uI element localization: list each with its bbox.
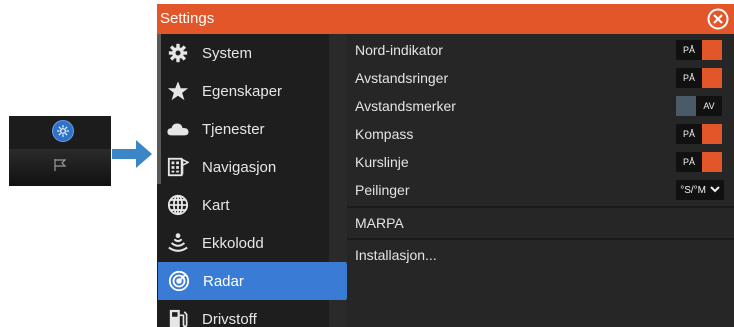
cloud-icon xyxy=(166,117,190,141)
setting-row-peilinger[interactable]: Peilinger °S/°M xyxy=(347,176,734,204)
sidebar-item-label: Egenskaper xyxy=(202,82,283,100)
window-title: Settings xyxy=(160,10,215,27)
gear-icon xyxy=(166,41,190,65)
sidebar-item-label: Ekkolodd xyxy=(202,234,264,252)
setting-label: Avstandsmerker xyxy=(355,98,456,114)
sonar-icon xyxy=(166,231,190,255)
star-icon xyxy=(166,79,190,103)
setting-row-nord-indikator[interactable]: Nord-indikator PÅ xyxy=(347,36,734,64)
sidebar-item-drivstoff[interactable]: Drivstoff xyxy=(157,300,329,327)
setting-label: Nord-indikator xyxy=(355,42,443,58)
close-circle-icon[interactable] xyxy=(706,7,730,31)
setting-row-avstandsringer[interactable]: Avstandsringer PÅ xyxy=(347,64,734,92)
sidebar-item-radar[interactable]: Radar xyxy=(158,262,355,300)
gear-icon xyxy=(52,120,74,142)
avstandsmerker-toggle[interactable]: AV xyxy=(676,96,722,116)
kurslinje-toggle[interactable]: PÅ xyxy=(676,152,722,172)
toggle-switch[interactable] xyxy=(676,96,696,116)
peilinger-dropdown[interactable]: °S/°M xyxy=(676,180,724,200)
title-bar: Settings xyxy=(157,4,734,34)
dropdown-value: °S/°M xyxy=(680,184,706,196)
sidebar-item-egenskaper[interactable]: Egenskaper xyxy=(157,72,329,110)
sidebar-item-system[interactable]: System xyxy=(157,34,329,72)
avstandsringer-toggle[interactable]: PÅ xyxy=(676,68,722,88)
setting-label: Installasjon... xyxy=(355,247,437,263)
sidebar-item-kart[interactable]: Kart xyxy=(157,186,329,224)
sidebar-item-label: Tjenester xyxy=(202,120,265,138)
setting-label: Kurslinje xyxy=(355,154,409,170)
setting-label: MARPA xyxy=(355,215,404,231)
sidebar-item-ekkolodd[interactable]: Ekkolodd xyxy=(157,224,329,262)
arrow-right-icon xyxy=(112,140,152,173)
radar-icon xyxy=(167,269,191,293)
setting-label: Peilinger xyxy=(355,182,410,198)
setting-row-installasjon[interactable]: Installasjon... xyxy=(347,240,734,270)
sidebar-item-label: Radar xyxy=(203,272,244,290)
sidebar-item-navigasjon[interactable]: Navigasjon xyxy=(157,148,329,186)
sidebar-item-label: Kart xyxy=(202,196,230,214)
toggle-state: PÅ xyxy=(676,152,702,172)
setting-row-marpa[interactable]: MARPA xyxy=(347,208,734,238)
setting-label: Kompass xyxy=(355,126,414,142)
setting-row-kompass[interactable]: Kompass PÅ xyxy=(347,120,734,148)
fuel-icon xyxy=(166,307,190,327)
sidebar-item-tjenester[interactable]: Tjenester xyxy=(157,110,329,148)
sidebar-item-label: Navigasjon xyxy=(202,158,277,176)
sidebar-item-label: Drivstoff xyxy=(202,310,257,327)
toggle-state: PÅ xyxy=(676,68,702,88)
toggle-state: PÅ xyxy=(676,40,702,60)
nord-indikator-toggle[interactable]: PÅ xyxy=(676,40,722,60)
settings-content: Nord-indikator PÅ Avstandsringer PÅ Avst… xyxy=(347,34,734,327)
kompass-toggle[interactable]: PÅ xyxy=(676,124,722,144)
preview-thumbnail xyxy=(9,116,111,186)
toggle-state: PÅ xyxy=(676,124,702,144)
sidebar-item-label: System xyxy=(202,44,253,62)
setting-label: Avstandsringer xyxy=(355,70,449,86)
toggle-switch[interactable] xyxy=(702,68,722,88)
toggle-state: AV xyxy=(696,96,722,116)
toggle-switch[interactable] xyxy=(702,40,722,60)
toggle-switch[interactable] xyxy=(702,124,722,144)
navigation-icon xyxy=(166,155,190,179)
settings-window: Settings System Egenskaper Tjenester Nav… xyxy=(157,4,734,327)
flag-icon xyxy=(53,158,67,177)
setting-row-avstandsmerker[interactable]: Avstandsmerker AV xyxy=(347,92,734,120)
globe-icon xyxy=(166,193,190,217)
chevron-down-icon xyxy=(710,185,720,196)
toggle-switch[interactable] xyxy=(702,152,722,172)
setting-row-kurslinje[interactable]: Kurslinje PÅ xyxy=(347,148,734,176)
